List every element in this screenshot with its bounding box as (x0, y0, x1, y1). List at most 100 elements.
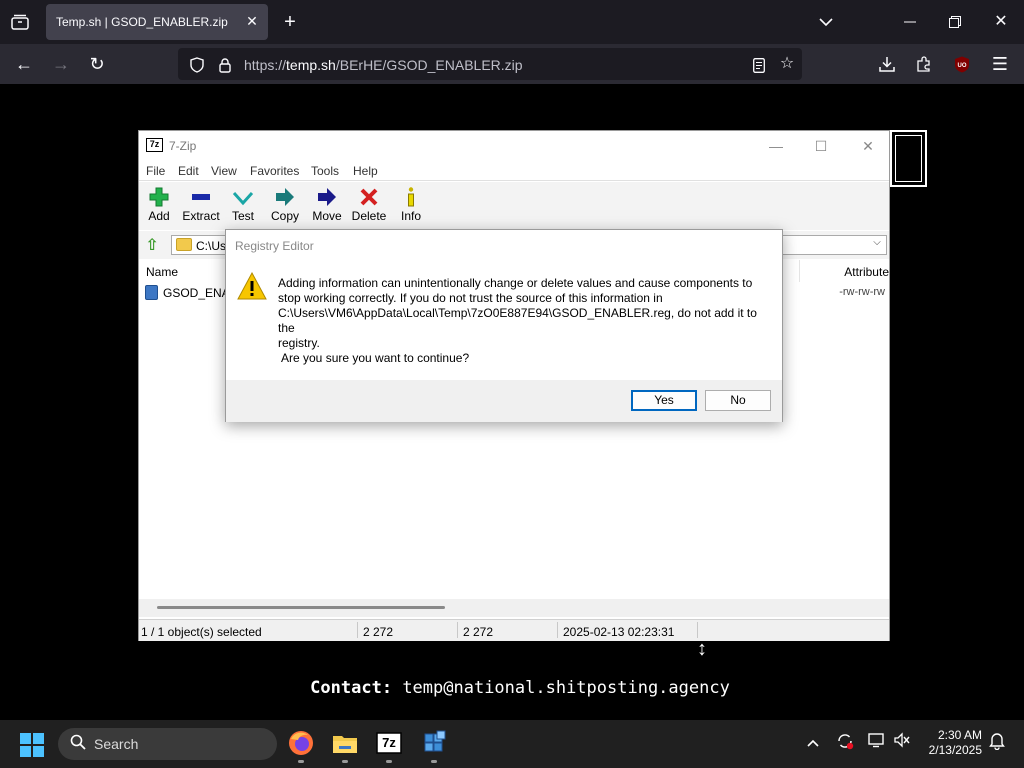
contact-label: Contact: (310, 678, 393, 698)
yes-button[interactable]: Yes (631, 390, 697, 411)
tab-list-chevron-icon[interactable] (816, 12, 836, 32)
close-window-icon[interactable]: ✕ (991, 12, 1011, 32)
registry-editor-icon[interactable] (420, 729, 448, 757)
copy-button[interactable]: Copy (263, 186, 307, 228)
network-icon[interactable] (866, 732, 888, 754)
menu-bar: File Edit View Favorites Tools Help (139, 161, 889, 181)
taskbar: Search 7z 2:30 AM 2/13/2025 (0, 720, 1024, 768)
toolbar: Add Extract Test Copy Move Delete Info (139, 182, 889, 230)
menu-edit[interactable]: Edit (178, 164, 199, 178)
test-button[interactable]: Test (221, 186, 265, 228)
taskbar-search[interactable]: Search (58, 728, 277, 760)
clock-date: 2/13/2025 (928, 743, 982, 757)
menu-favorites[interactable]: Favorites (250, 164, 299, 178)
tab-overview-icon[interactable] (10, 12, 30, 32)
new-tab-icon[interactable]: + (280, 12, 300, 32)
url-path: /BErHE/GSOD_ENABLER.zip (335, 57, 523, 73)
add-button[interactable]: Add (137, 186, 181, 228)
extensions-puzzle-icon[interactable] (914, 54, 934, 74)
no-button[interactable]: No (705, 390, 771, 411)
url-bar[interactable]: https://temp.sh/BErHE/GSOD_ENABLER.zip ☆ (178, 48, 802, 80)
taskbar-clock[interactable]: 2:30 AM 2/13/2025 (918, 728, 982, 758)
file-explorer-icon[interactable] (331, 729, 359, 757)
delete-x-icon (347, 186, 391, 208)
tracking-shield-icon[interactable] (188, 56, 206, 74)
browser-tab-bar: Temp.sh | GSOD_ENABLER.zip ✕ + ✕ (0, 0, 1024, 44)
chevron-down-icon[interactable]: ⌵ (870, 237, 884, 248)
search-icon (68, 734, 88, 754)
running-indicator (298, 760, 304, 763)
tab-close-icon[interactable]: ✕ (244, 13, 260, 29)
running-indicator (342, 760, 348, 763)
plus-icon (137, 186, 181, 208)
message-line: Adding information can unintentionally c… (278, 276, 753, 290)
svg-text:UO: UO (958, 63, 967, 69)
menu-view[interactable]: View (211, 164, 237, 178)
tab-title: Temp.sh | GSOD_ENABLER.zip (56, 15, 228, 29)
menu-file[interactable]: File (146, 164, 165, 178)
dialog-question: Are you sure you want to continue? (281, 351, 470, 365)
show-hidden-icons-chevron-icon[interactable] (802, 732, 824, 754)
status-divider (457, 622, 458, 638)
firefox-icon[interactable] (287, 729, 315, 757)
extract-label: Extract (182, 209, 220, 223)
info-icon (389, 186, 433, 208)
contact-email: temp@national.shitposting.agency (402, 678, 730, 698)
window-outline-inner (895, 135, 922, 182)
status-packed: 2 272 (463, 625, 494, 639)
dialog-title: Registry Editor (235, 239, 314, 253)
move-label: Move (312, 209, 342, 223)
registry-editor-dialog: Registry Editor Adding information can u… (225, 229, 783, 422)
forward-arrow-icon[interactable]: → (50, 54, 72, 74)
menu-tools[interactable]: Tools (311, 164, 339, 178)
minimize-icon[interactable]: — (766, 137, 786, 155)
column-header-name[interactable]: Name (146, 265, 178, 279)
hamburger-menu-icon[interactable]: ☰ (990, 54, 1010, 74)
reload-icon[interactable]: ↻ (86, 54, 108, 74)
window-outline (890, 130, 927, 187)
info-button[interactable]: Info (389, 186, 433, 228)
windows-start-icon[interactable] (20, 733, 44, 757)
status-size: 2 272 (363, 625, 394, 639)
copy-label: Copy (270, 209, 299, 223)
notification-bell-icon[interactable] (986, 732, 1008, 754)
folder-up-icon[interactable]: ⇧ (143, 235, 161, 255)
downloads-icon[interactable] (877, 54, 897, 74)
delete-button[interactable]: Delete (347, 186, 391, 228)
status-divider (697, 622, 698, 638)
seven-zip-taskbar-icon[interactable]: 7z (375, 729, 403, 757)
reader-view-icon[interactable] (750, 56, 768, 74)
minimize-icon[interactable] (900, 12, 920, 32)
close-icon[interactable]: ✕ (858, 137, 878, 155)
browser-nav-bar: ← → ↻ https://temp.sh/BErHE/GSOD_ENABLER… (0, 44, 1024, 84)
status-divider (557, 622, 558, 638)
back-arrow-icon[interactable]: ← (13, 54, 35, 74)
dialog-button-row: Yes No (226, 380, 782, 422)
move-button[interactable]: Move (305, 186, 349, 228)
status-modified: 2025-02-13 02:23:31 (563, 625, 675, 639)
copy-arrow-icon (263, 186, 307, 208)
warning-icon (237, 271, 267, 300)
sync-update-icon[interactable] (834, 732, 856, 754)
column-header-attributes[interactable]: Attribute (844, 265, 889, 279)
reg-file-icon (145, 285, 158, 300)
url-prefix: https:// (244, 57, 287, 73)
ublock-origin-icon[interactable]: UO (952, 54, 972, 74)
scrollbar-thumb[interactable] (157, 606, 445, 609)
bookmark-star-icon[interactable]: ☆ (778, 55, 796, 73)
column-divider[interactable] (799, 260, 800, 282)
seven-zip-titlebar[interactable]: 7z 7-Zip — ☐ ✕ (139, 131, 889, 161)
maximize-icon[interactable]: ☐ (811, 137, 831, 155)
extract-button[interactable]: Extract (179, 186, 223, 228)
test-label: Test (231, 209, 254, 223)
restore-icon[interactable] (945, 12, 965, 32)
horizontal-scrollbar[interactable] (139, 599, 889, 617)
message-line: stop working correctly. If you do not tr… (278, 291, 663, 305)
menu-help[interactable]: Help (353, 164, 378, 178)
volume-muted-icon[interactable] (891, 732, 913, 754)
status-divider (357, 622, 358, 638)
running-indicator (386, 760, 392, 763)
url-text[interactable]: https://temp.sh/BErHE/GSOD_ENABLER.zip (244, 57, 523, 73)
lock-icon[interactable] (216, 56, 234, 74)
tab-temp-sh[interactable]: Temp.sh | GSOD_ENABLER.zip ✕ (46, 4, 268, 40)
